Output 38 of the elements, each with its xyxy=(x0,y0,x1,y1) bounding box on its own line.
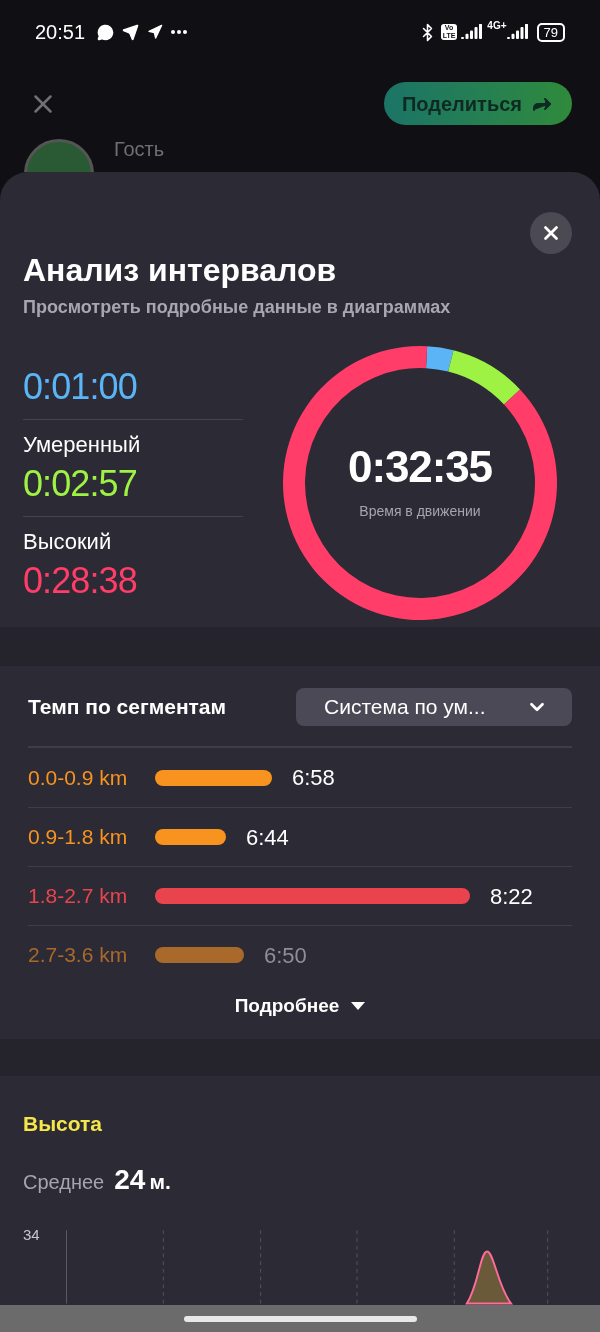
status-time: 20:51 xyxy=(35,20,86,45)
pace-title: Темп по сегментам xyxy=(28,694,227,721)
average-value: 24 xyxy=(114,1163,146,1197)
total-caption: Время в движении xyxy=(359,501,481,521)
sheet-title: Анализ интервалов xyxy=(23,251,338,290)
segment-distance: 0.9-1.8 km xyxy=(28,824,129,851)
segment-distance: 2.7-3.6 km xyxy=(28,942,129,969)
network-type: 4G+ xyxy=(487,19,507,33)
average-label: Среднее xyxy=(23,1170,105,1195)
more-icon xyxy=(171,30,188,34)
battery-indicator: 79 xyxy=(536,22,565,42)
home-indicator[interactable] xyxy=(183,1315,417,1322)
segment-distance: 0.0-0.9 km xyxy=(28,764,129,791)
interval-label: Высокий xyxy=(23,527,113,556)
sheet-subtitle: Просмотреть подробные данные в диаграммах xyxy=(23,296,452,319)
y-axis-label: 34 xyxy=(23,1227,41,1245)
interval-label: Умеренный xyxy=(23,430,142,459)
close-button[interactable] xyxy=(530,212,572,254)
paper-plane-icon xyxy=(122,23,140,41)
user-name: Гость xyxy=(114,139,165,159)
elevation-title: Высота xyxy=(23,1110,104,1137)
more-button[interactable]: Подробнее xyxy=(234,992,366,1021)
signal-icon xyxy=(506,24,529,40)
average-unit: м. xyxy=(149,1169,171,1195)
unit-dropdown[interactable]: Система по ум... xyxy=(296,688,572,727)
interval-time: 0:28:38 xyxy=(23,558,138,603)
segment-pace: 6:58 xyxy=(292,764,335,793)
caret-down-icon xyxy=(351,1002,366,1011)
interval-time: 0:01:00 xyxy=(23,364,138,409)
chat-icon xyxy=(97,23,115,41)
segment-pace: 6:44 xyxy=(246,823,289,852)
segment-pace: 8:22 xyxy=(490,882,533,911)
location-arrow-icon xyxy=(147,24,164,40)
interval-time: 0:02:57 xyxy=(23,461,138,506)
total-time: 0:32:35 xyxy=(348,444,492,489)
segment-pace: 6:50 xyxy=(264,941,307,970)
segment-distance: 1.8-2.7 km xyxy=(28,883,129,910)
signal-icon xyxy=(461,24,484,40)
